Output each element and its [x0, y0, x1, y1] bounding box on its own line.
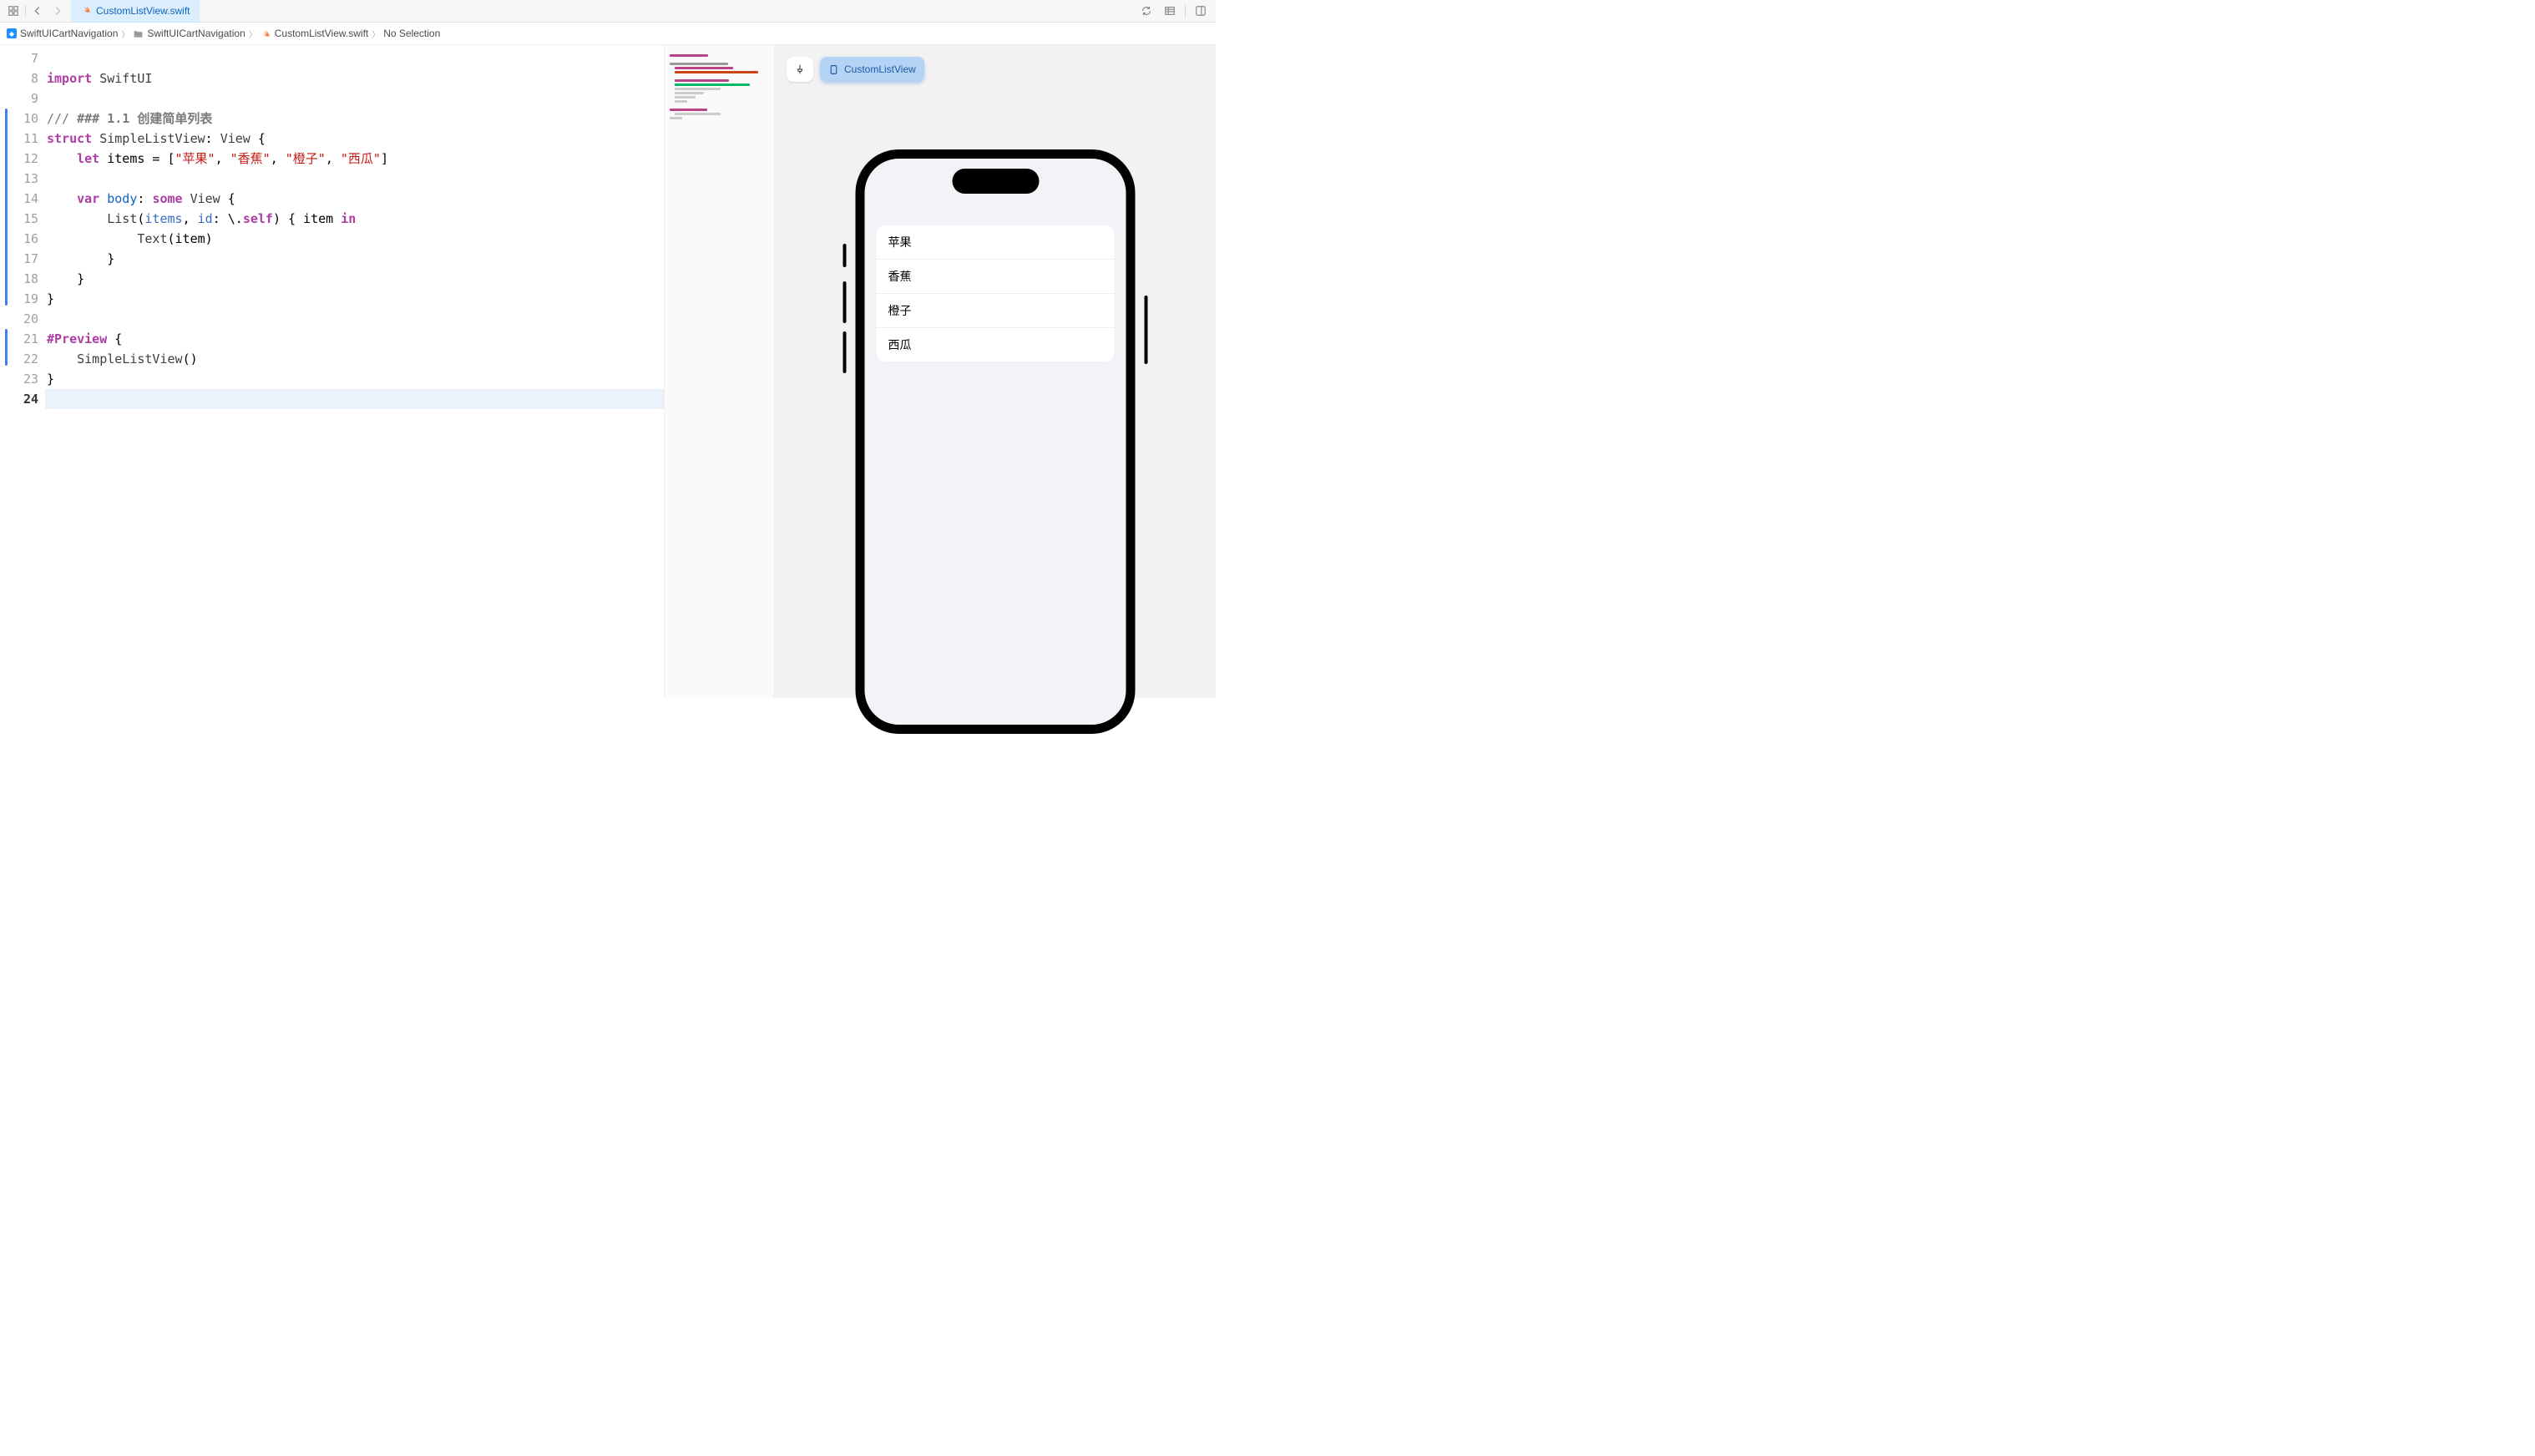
breadcrumb: ◆ SwiftUICartNavigation 〉 SwiftUICartNav… — [0, 23, 1216, 45]
line-number: 9 — [0, 88, 38, 109]
nav-back-button[interactable] — [29, 3, 46, 19]
code-area[interactable]: import SwiftUI /// ### 1.1 创建简单列表struct … — [47, 45, 664, 698]
project-icon: ◆ — [7, 28, 17, 38]
crumb-folder[interactable]: SwiftUICartNavigation — [133, 28, 245, 39]
list-item[interactable]: 橙子 — [877, 294, 1115, 328]
code-line[interactable]: SimpleListView() — [47, 349, 664, 369]
code-line[interactable]: import SwiftUI — [47, 68, 664, 88]
device-icon — [828, 64, 839, 75]
crumb-selection[interactable]: No Selection — [383, 28, 440, 39]
code-line[interactable] — [47, 309, 664, 329]
tab-label: CustomListView.swift — [96, 5, 190, 17]
crumb-file[interactable]: CustomListView.swift — [261, 28, 368, 39]
line-number: 24 — [0, 389, 38, 409]
crumb-project[interactable]: ◆ SwiftUICartNavigation — [7, 28, 118, 39]
code-line[interactable]: } — [47, 269, 664, 289]
code-line[interactable] — [47, 48, 664, 68]
pin-preview-button[interactable] — [787, 57, 813, 82]
dynamic-island — [952, 169, 1039, 194]
list-item[interactable]: 西瓜 — [877, 328, 1115, 361]
tab-bar: CustomListView.swift — [0, 0, 1216, 23]
phone-volume-down — [843, 331, 847, 373]
tab-active[interactable]: CustomListView.swift — [71, 0, 200, 23]
code-line[interactable]: struct SimpleListView: View { — [47, 129, 664, 149]
phone-power-button — [1145, 296, 1148, 364]
code-line[interactable]: let items = ["苹果", "香蕉", "橙子", "西瓜"] — [47, 149, 664, 169]
change-indicator — [5, 329, 8, 366]
code-line[interactable]: } — [47, 369, 664, 389]
phone-mute-switch — [843, 244, 847, 267]
list-card: 苹果香蕉橙子西瓜 — [877, 225, 1115, 361]
nav-forward-button[interactable] — [49, 3, 66, 19]
line-number: 23 — [0, 369, 38, 389]
code-line[interactable]: Text(item) — [47, 229, 664, 249]
preview-target-label: CustomListView — [844, 63, 916, 75]
list-item[interactable]: 香蕉 — [877, 260, 1115, 294]
swift-icon — [261, 28, 271, 39]
phone-simulator[interactable]: 苹果香蕉橙子西瓜 — [856, 149, 1136, 734]
pin-icon — [794, 63, 806, 75]
related-items-icon[interactable] — [5, 3, 22, 19]
minimap[interactable] — [664, 45, 775, 698]
swift-icon — [81, 4, 91, 17]
chevron-right-icon: 〉 — [372, 28, 380, 40]
code-line[interactable]: #Preview { — [47, 329, 664, 349]
code-line[interactable] — [47, 169, 664, 189]
code-line[interactable]: List(items, id: \.self) { item in — [47, 209, 664, 229]
code-line[interactable]: /// ### 1.1 创建简单列表 — [47, 109, 664, 129]
toggle-preview-icon[interactable] — [1192, 3, 1209, 19]
line-gutter: 789101112131415161718192021222324 — [0, 45, 47, 698]
code-line[interactable]: var body: some View { — [47, 189, 664, 209]
line-number: 8 — [0, 68, 38, 88]
adjust-editor-icon[interactable] — [1161, 3, 1178, 19]
preview-canvas: CustomListView 苹果香蕉橙子西瓜 — [775, 45, 1216, 698]
refresh-icon[interactable] — [1138, 3, 1155, 19]
code-line[interactable] — [47, 88, 664, 109]
line-number: 20 — [0, 309, 38, 329]
folder-icon — [133, 28, 144, 39]
chevron-right-icon: 〉 — [121, 28, 129, 40]
phone-volume-up — [843, 281, 847, 323]
preview-target-button[interactable]: CustomListView — [820, 57, 924, 82]
list-item[interactable]: 苹果 — [877, 225, 1115, 260]
code-editor[interactable]: 789101112131415161718192021222324 import… — [0, 45, 664, 698]
code-line[interactable]: } — [47, 289, 664, 309]
change-indicator — [5, 109, 8, 306]
line-number: 7 — [0, 48, 38, 68]
code-line[interactable]: } — [47, 249, 664, 269]
code-line[interactable] — [45, 389, 664, 409]
chevron-right-icon: 〉 — [249, 28, 257, 40]
